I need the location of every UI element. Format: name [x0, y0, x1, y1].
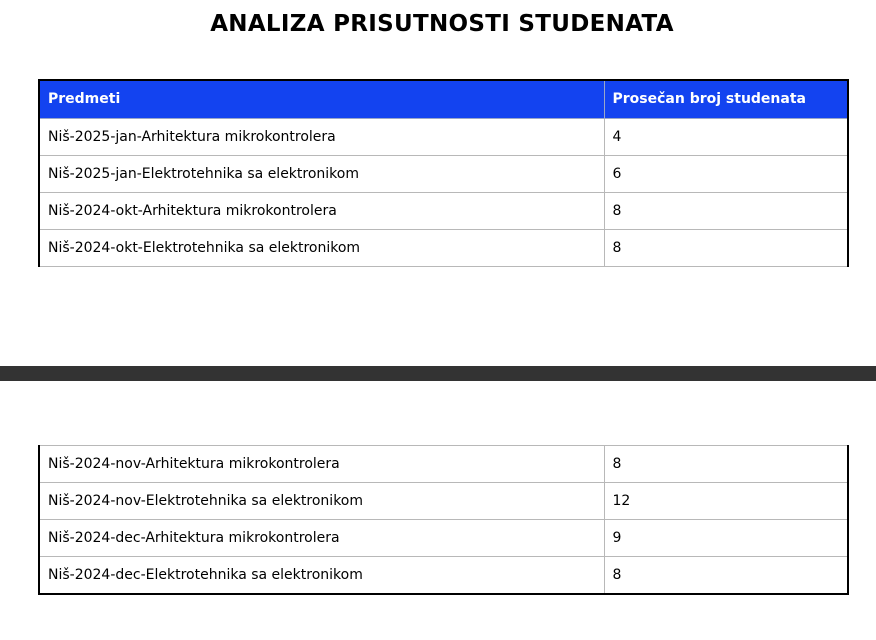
table-header-row: Predmeti Prosečan broj studenata	[38, 79, 849, 119]
table-row: Niš-2024-nov-Elektrotehnika sa elektroni…	[38, 482, 849, 520]
subject-cell: Niš-2024-nov-Elektrotehnika sa elektroni…	[38, 482, 605, 520]
page-title: ANALIZA PRISUTNOSTI STUDENATA	[210, 11, 674, 37]
table-row: Niš-2024-okt-Elektrotehnika sa elektroni…	[38, 228, 849, 267]
average-cell: 6	[603, 154, 849, 193]
subject-cell: Niš-2024-okt-Elektrotehnika sa elektroni…	[38, 228, 605, 267]
subject-cell: Niš-2024-okt-Arhitektura mikrokontrolera	[38, 191, 605, 230]
attendance-table-part-2: Niš-2024-nov-Arhitektura mikrokontrolera…	[38, 445, 849, 595]
average-cell: 12	[603, 482, 849, 520]
subject-cell: Niš-2024-dec-Elektrotehnika sa elektroni…	[38, 556, 605, 595]
subject-cell: Niš-2025-jan-Elektrotehnika sa elektroni…	[38, 154, 605, 193]
table-row: Niš-2024-nov-Arhitektura mikrokontrolera…	[38, 445, 849, 483]
average-cell: 8	[603, 445, 849, 483]
table-row: Niš-2024-okt-Arhitektura mikrokontrolera…	[38, 191, 849, 230]
average-cell: 8	[603, 228, 849, 267]
subject-cell: Niš-2024-nov-Arhitektura mikrokontrolera	[38, 445, 605, 483]
average-cell: 9	[603, 519, 849, 557]
average-cell: 8	[603, 191, 849, 230]
subject-cell: Niš-2025-jan-Arhitektura mikrokontrolera	[38, 117, 605, 156]
column-header-average-students: Prosečan broj studenata	[603, 79, 849, 119]
table-row: Niš-2025-jan-Arhitektura mikrokontrolera…	[38, 117, 849, 156]
average-cell: 8	[603, 556, 849, 595]
average-cell: 4	[603, 117, 849, 156]
page-break-divider	[0, 366, 876, 381]
document-page: ANALIZA PRISUTNOSTI STUDENATA Predmeti P…	[0, 0, 876, 640]
table-row: Niš-2024-dec-Elektrotehnika sa elektroni…	[38, 556, 849, 595]
table-row: Niš-2025-jan-Elektrotehnika sa elektroni…	[38, 154, 849, 193]
subject-cell: Niš-2024-dec-Arhitektura mikrokontrolera	[38, 519, 605, 557]
column-header-subjects: Predmeti	[38, 79, 605, 119]
attendance-table-part-1: Predmeti Prosečan broj studenata Niš-202…	[38, 79, 849, 267]
table-row: Niš-2024-dec-Arhitektura mikrokontrolera…	[38, 519, 849, 557]
